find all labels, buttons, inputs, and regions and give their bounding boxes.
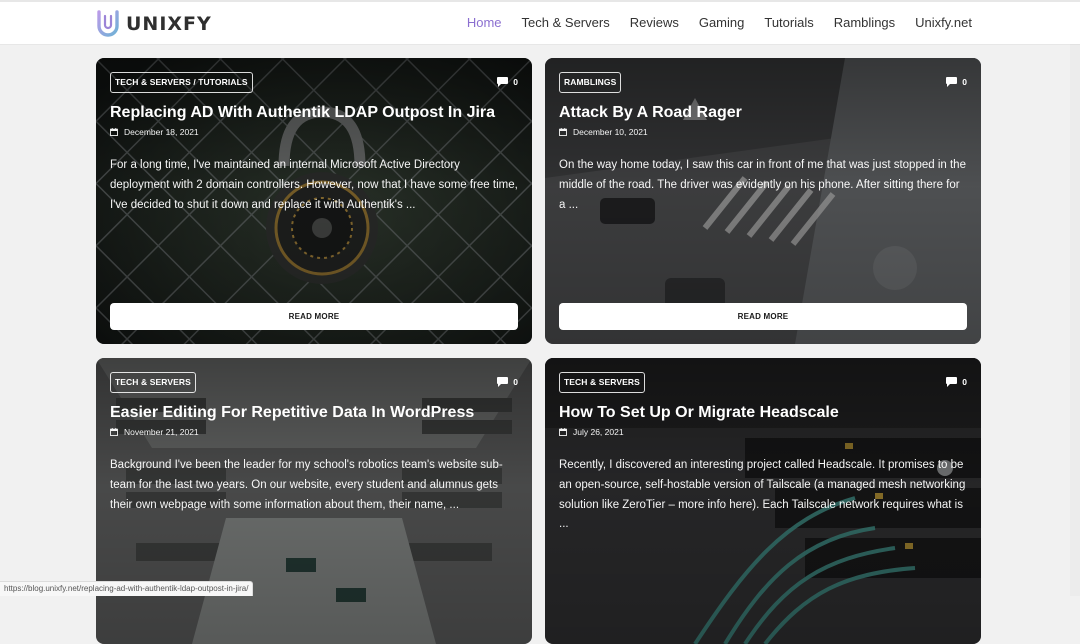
post-card[interactable]: TECH & SERVERS 0 How To Set Up Or Migrat… [545,358,981,644]
calendar-icon [559,128,567,136]
post-card[interactable]: TECH & SERVERS / TUTORIALS 0 Replacing A… [96,58,532,344]
comment-icon [497,377,508,387]
comment-count-value: 0 [513,377,518,387]
site-header: UNIXFY Home Tech & Servers Reviews Gamin… [0,0,1080,44]
comment-count[interactable]: 0 [497,377,518,387]
comment-icon [946,77,957,87]
nav-item-reviews[interactable]: Reviews [630,15,679,30]
post-date-text: November 21, 2021 [124,427,199,437]
post-card[interactable]: RAMBLINGS 0 Attack By A Road Rager Decem… [545,58,981,344]
comment-count-value: 0 [513,77,518,87]
post-date-text: July 26, 2021 [573,427,624,437]
brand-name: UNIXFY [126,13,212,35]
calendar-icon [559,428,567,436]
link-status-url: https://blog.unixfy.net/replacing-ad-wit… [0,581,253,596]
post-date-text: December 10, 2021 [573,127,648,137]
comment-count[interactable]: 0 [946,77,967,87]
comment-count-value: 0 [962,377,967,387]
nav-item-gaming[interactable]: Gaming [699,15,745,30]
post-date: November 21, 2021 [110,427,518,437]
u-shaped-logo-icon [96,10,120,38]
post-title[interactable]: Easier Editing For Repetitive Data In Wo… [110,404,518,422]
read-more-button[interactable]: READ MORE [559,303,967,330]
post-title[interactable]: Attack By A Road Rager [559,104,967,122]
post-date-text: December 18, 2021 [124,127,199,137]
main-nav: Home Tech & Servers Reviews Gaming Tutor… [467,15,972,30]
post-excerpt: For a long time, I've maintained an inte… [110,156,518,215]
nav-item-unixfy-net[interactable]: Unixfy.net [915,15,972,30]
nav-item-tech-servers[interactable]: Tech & Servers [522,15,610,30]
comment-count-value: 0 [962,77,967,87]
post-excerpt: Background I've been the leader for my s… [110,456,518,515]
post-date: December 18, 2021 [110,127,518,137]
nav-item-tutorials[interactable]: Tutorials [764,15,813,30]
read-more-button[interactable]: READ MORE [110,303,518,330]
nav-item-ramblings[interactable]: Ramblings [834,15,895,30]
comment-icon [946,377,957,387]
comment-count[interactable]: 0 [946,377,967,387]
page-scrollbar[interactable] [1070,44,1080,596]
post-card[interactable]: TECH & SERVERS 0 Easier Editing For Repe… [96,358,532,644]
post-title[interactable]: Replacing AD With Authentik LDAP Outpost… [110,104,518,122]
post-date: July 26, 2021 [559,427,967,437]
post-title[interactable]: How To Set Up Or Migrate Headscale [559,404,967,422]
post-category-badge[interactable]: TECH & SERVERS [110,372,196,393]
post-date: December 10, 2021 [559,127,967,137]
nav-item-home[interactable]: Home [467,15,502,30]
calendar-icon [110,428,118,436]
comment-icon [497,77,508,87]
site-logo[interactable]: UNIXFY [96,8,212,40]
post-category-badge[interactable]: RAMBLINGS [559,72,621,93]
calendar-icon [110,128,118,136]
post-category-badge[interactable]: TECH & SERVERS / TUTORIALS [110,72,253,93]
comment-count[interactable]: 0 [497,77,518,87]
post-category-badge[interactable]: TECH & SERVERS [559,372,645,393]
post-excerpt: On the way home today, I saw this car in… [559,156,967,215]
post-excerpt: Recently, I discovered an interesting pr… [559,456,967,535]
